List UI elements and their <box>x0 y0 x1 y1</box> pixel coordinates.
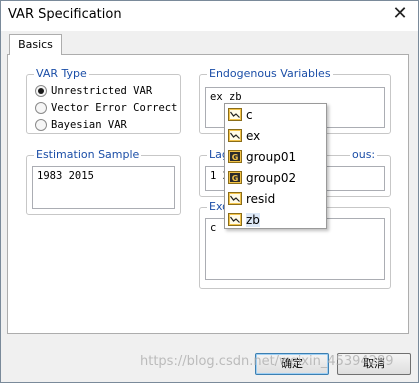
var-type-label: VAR Type <box>34 67 89 80</box>
tab-basics[interactable]: Basics <box>9 34 62 55</box>
estimation-sample-group: Estimation Sample 1983 2015 <box>26 148 181 215</box>
list-item[interactable]: zb <box>225 209 326 230</box>
cancel-button[interactable]: 取消 <box>337 353 411 375</box>
list-item-label: group02 <box>246 170 297 185</box>
estimation-sample-label: Estimation Sample <box>34 148 142 161</box>
svg-text:G: G <box>232 153 239 162</box>
series-icon <box>228 129 242 142</box>
series-icon <box>228 108 242 121</box>
list-item[interactable]: G group01 <box>225 146 326 167</box>
radio-unrestricted-var[interactable]: Unrestricted VAR <box>35 83 152 99</box>
estimation-sample-input[interactable]: 1983 2015 <box>32 166 175 209</box>
var-type-group: VAR Type Unrestricted VAR Vector Error C… <box>26 67 181 134</box>
lag-label-suffix: ous: <box>350 148 378 161</box>
series-icon <box>228 192 242 205</box>
list-item[interactable]: G group02 <box>225 167 326 188</box>
group-icon: G <box>228 171 242 184</box>
radio-button-icon[interactable] <box>35 119 47 131</box>
radio-button-icon[interactable] <box>35 102 47 114</box>
radio-bayesian-var[interactable]: Bayesian VAR <box>35 117 127 133</box>
radio-vector-error-correct[interactable]: Vector Error Correct <box>35 100 177 116</box>
group-icon: G <box>228 150 242 163</box>
radio-label: Bayesian VAR <box>51 119 127 131</box>
list-item[interactable]: ex <box>225 125 326 146</box>
list-item-label: group01 <box>246 149 297 164</box>
basics-panel: VAR Type Unrestricted VAR Vector Error C… <box>7 54 409 334</box>
list-item-label: c <box>246 107 253 122</box>
list-item[interactable]: resid <box>225 188 326 209</box>
list-item[interactable]: c <box>225 104 326 125</box>
endogenous-label: Endogenous Variables <box>207 67 333 80</box>
radio-label: Unrestricted VAR <box>51 85 153 97</box>
window-title: VAR Specification <box>8 7 122 22</box>
list-item-label: ex <box>246 128 261 143</box>
list-item-label: zb <box>246 212 260 227</box>
series-icon <box>228 213 242 226</box>
var-specification-dialog: VAR Specification ✕ Basics VAR Type Unre… <box>0 0 419 383</box>
radio-button-icon[interactable] <box>35 85 47 97</box>
ok-button[interactable]: 确定 <box>255 353 329 375</box>
dialog-client: Basics VAR Type Unrestricted VAR Vector … <box>1 31 418 382</box>
list-item-label: resid <box>246 191 276 206</box>
title-bar: VAR Specification ✕ <box>1 1 418 31</box>
svg-text:G: G <box>232 174 239 183</box>
autocomplete-dropdown: c ex G group01 G group02 resid zb <box>224 103 327 229</box>
close-button[interactable]: ✕ <box>388 4 412 26</box>
radio-label: Vector Error Correct <box>51 102 178 114</box>
